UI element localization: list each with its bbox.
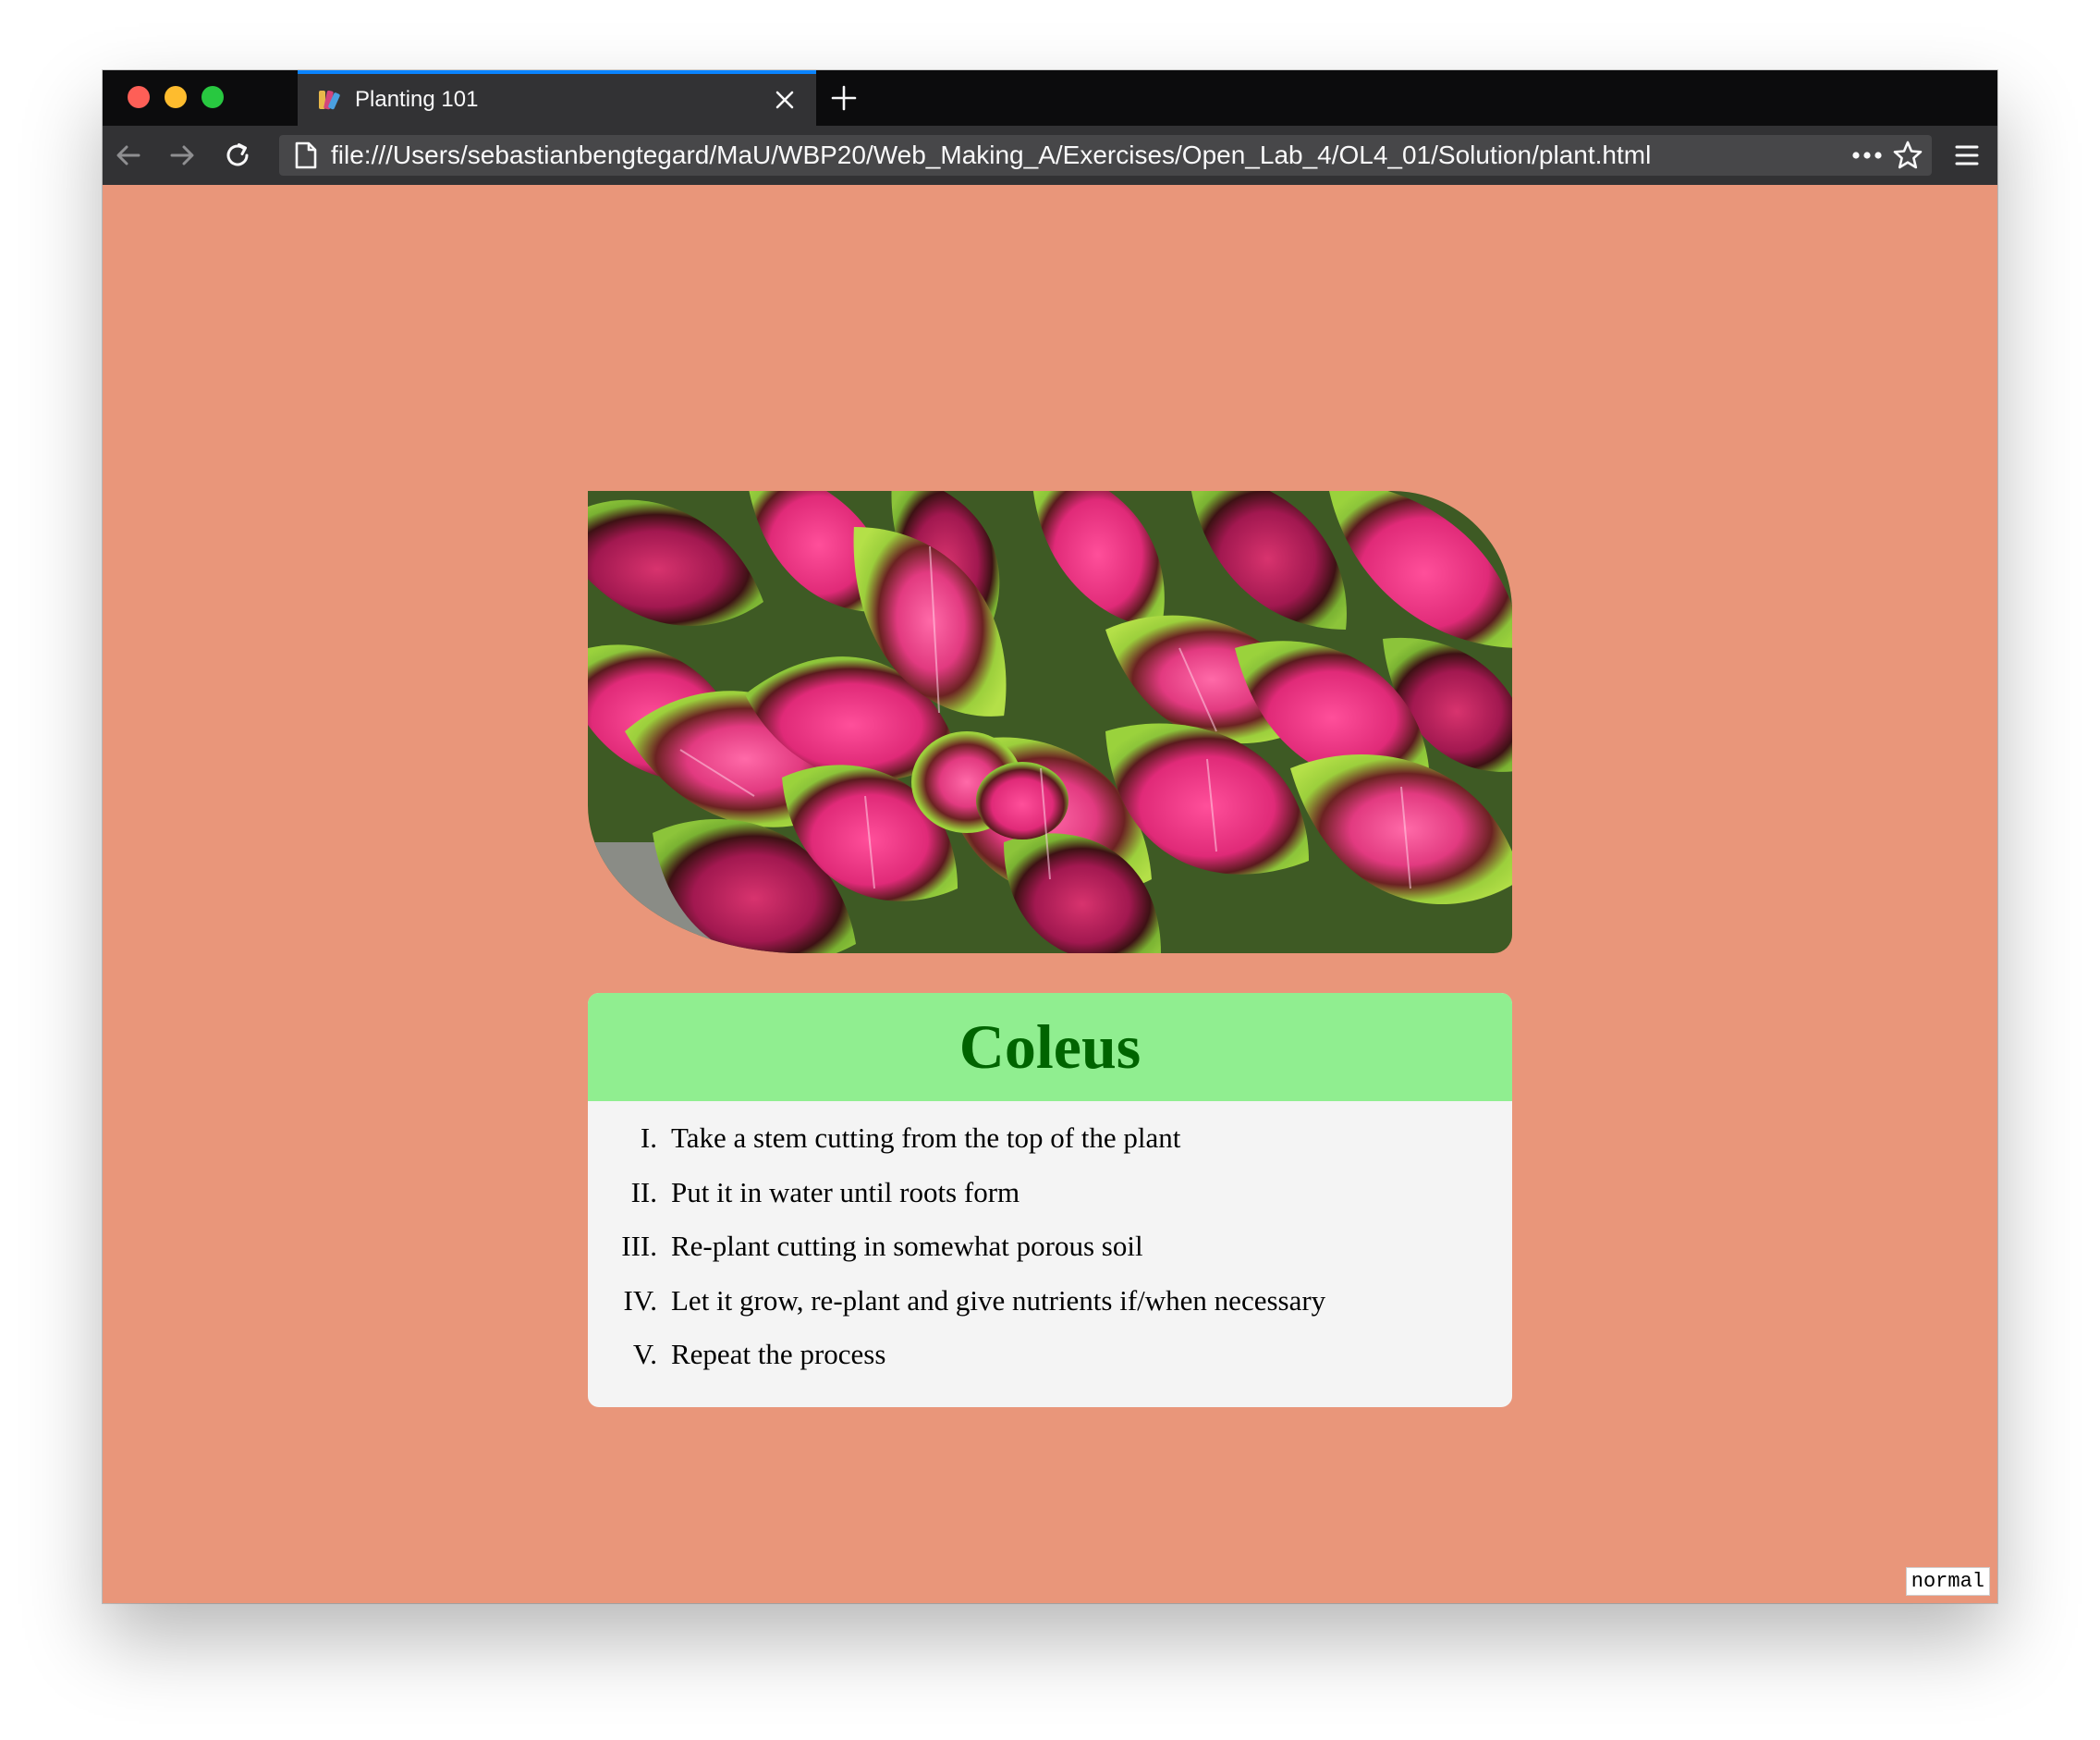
step-text: Put it in water until roots form — [671, 1175, 1020, 1208]
coleus-plant-image — [588, 491, 1512, 953]
tab-planting-101[interactable]: Planting 101 — [298, 70, 816, 126]
close-icon[interactable] — [766, 81, 803, 118]
tab-strip: Planting 101 — [103, 70, 1997, 126]
plant-card: Coleus I. Take a stem cutting from the t… — [588, 993, 1512, 1407]
page-viewport: Coleus I. Take a stem cutting from the t… — [103, 185, 1997, 1603]
step-text: Take a stem cutting from the top of the … — [671, 1121, 1181, 1154]
planting-steps-list: I. Take a stem cutting from the top of t… — [588, 1101, 1512, 1392]
navigation-toolbar: file:///Users/sebastianbengtegard/MaU/WB… — [103, 126, 1997, 186]
forward-arrow-icon[interactable] — [164, 137, 201, 174]
list-item: V. Repeat the process — [588, 1338, 1512, 1392]
reload-icon[interactable] — [219, 137, 256, 174]
url-text[interactable]: file:///Users/sebastianbengtegard/MaU/WB… — [331, 141, 1847, 170]
bookmark-star-icon[interactable] — [1887, 135, 1928, 176]
back-arrow-icon[interactable] — [110, 137, 147, 174]
tab-title: Planting 101 — [355, 87, 479, 112]
minimize-window-button[interactable] — [165, 86, 187, 108]
step-number: I. — [640, 1121, 657, 1154]
step-number: III. — [621, 1230, 657, 1262]
list-item: II. Put it in water until roots form — [588, 1176, 1512, 1231]
mode-badge: normal — [1905, 1567, 1990, 1596]
favicon-icon — [316, 87, 342, 113]
step-number: V. — [632, 1338, 657, 1370]
plus-icon[interactable] — [825, 80, 862, 116]
plant-title: Coleus — [958, 1011, 1142, 1082]
step-number: II. — [630, 1175, 657, 1208]
card-header: Coleus — [588, 993, 1512, 1101]
step-text: Re-plant cutting in somewhat porous soil — [671, 1230, 1143, 1262]
list-item: I. Take a stem cutting from the top of t… — [588, 1121, 1512, 1176]
page-icon — [292, 141, 320, 169]
step-text: Repeat the process — [671, 1338, 886, 1370]
step-text: Let it grow, re-plant and give nutrients… — [671, 1283, 1326, 1317]
more-actions-icon[interactable] — [1847, 135, 1887, 176]
close-window-button[interactable] — [128, 86, 150, 108]
hamburger-menu-icon[interactable] — [1948, 137, 1985, 174]
step-number: IV. — [623, 1283, 657, 1317]
browser-window: Planting 101 file:///Users/sebastianbeng… — [103, 70, 1997, 1603]
maximize-window-button[interactable] — [201, 86, 224, 108]
address-bar[interactable]: file:///Users/sebastianbengtegard/MaU/WB… — [279, 135, 1932, 176]
list-item: III. Re-plant cutting in somewhat porous… — [588, 1230, 1512, 1284]
list-item: IV. Let it grow, re-plant and give nutri… — [588, 1284, 1512, 1339]
